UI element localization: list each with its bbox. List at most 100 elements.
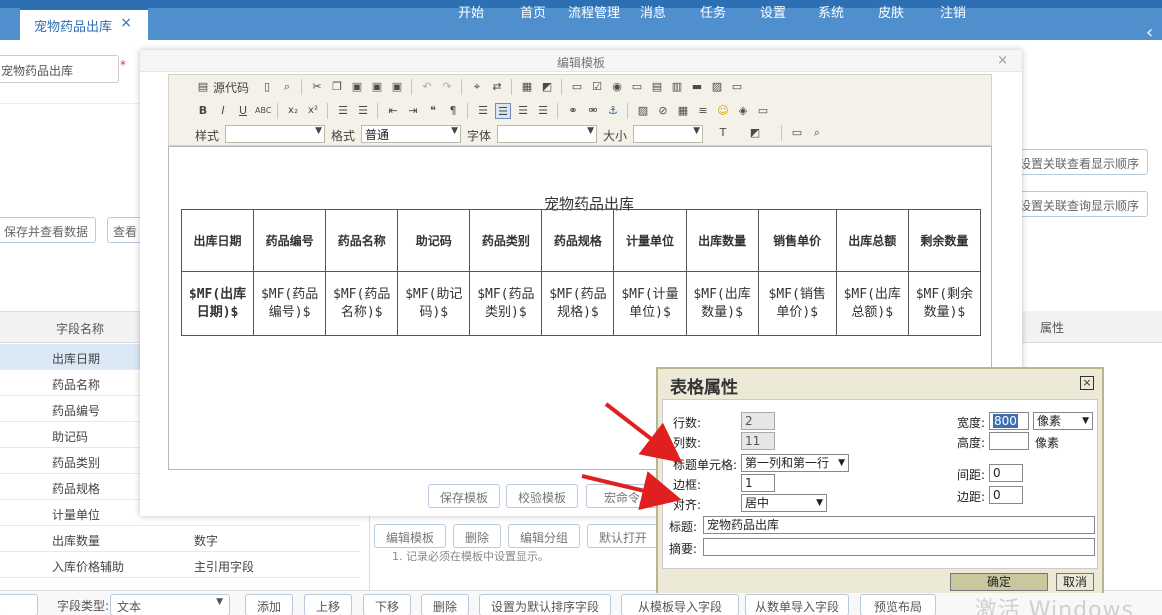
bg-color-icon[interactable]: ◩ (747, 125, 763, 141)
image-button-icon[interactable]: ▨ (709, 79, 725, 95)
superscript-icon[interactable]: x² (305, 103, 321, 119)
border-input[interactable]: 1 (741, 474, 775, 492)
menu-home[interactable]: 首页 (520, 2, 546, 21)
table-cell[interactable]: $MF(出库总额)$ (835, 271, 909, 336)
remove-format-icon[interactable]: ◩ (539, 79, 555, 95)
menu-settings[interactable]: 设置 (760, 2, 786, 21)
move-up-button[interactable]: 上移 (304, 594, 352, 615)
cancel-button[interactable]: 取消 (1056, 573, 1094, 591)
table-cell[interactable]: $MF(剩余数量)$ (907, 271, 982, 336)
align-right-icon[interactable]: ☰ (515, 103, 531, 119)
table-cell[interactable]: $MF(药品类别)$ (469, 271, 543, 336)
table-header-cell[interactable]: 助记码 (397, 209, 471, 272)
hidden-field-icon[interactable]: ▭ (729, 79, 745, 95)
padding-input[interactable]: 0 (989, 486, 1023, 504)
menu-messages[interactable]: 消息 (640, 2, 666, 21)
validate-template-button[interactable]: 校验模板 (506, 484, 578, 508)
template-table[interactable]: 出库日期 药品编号 药品名称 助记码 药品类别 药品规格 计量单位 出库数量 销… (180, 209, 982, 336)
table-header-cell[interactable]: 药品名称 (325, 209, 399, 272)
flash-icon[interactable]: ⊘ (655, 103, 671, 119)
div-container-icon[interactable]: ¶ (445, 103, 461, 119)
select-all-icon[interactable]: ▦ (519, 79, 535, 95)
table-header-cell[interactable]: 销售单价 (757, 209, 837, 272)
form-icon[interactable]: ▭ (569, 79, 585, 95)
table-header-cell[interactable]: 出库日期 (180, 209, 255, 272)
field-type-select[interactable]: 文本 ▼ (110, 594, 230, 615)
undo-icon[interactable]: ↶ (419, 79, 435, 95)
preview-icon[interactable]: ⌕ (279, 79, 295, 95)
style-select[interactable]: ▼ (225, 125, 325, 143)
set-default-sort-button[interactable]: 设置为默认排序字段 (479, 594, 611, 615)
bullet-list-icon[interactable]: ☰ (355, 103, 371, 119)
page-break-icon[interactable]: ▭ (755, 103, 771, 119)
table-header-cell[interactable]: 剩余数量 (907, 209, 982, 272)
table-header-cell[interactable]: 药品编号 (253, 209, 327, 272)
replace-icon[interactable]: ⇄ (489, 79, 505, 95)
format-select[interactable]: 普通 ▼ (361, 125, 461, 143)
close-icon[interactable]: × (1080, 376, 1094, 390)
menu-start[interactable]: 开始 (458, 2, 484, 21)
macro-command-button[interactable]: 宏命令 (586, 484, 658, 508)
new-page-icon[interactable]: ▯ (259, 79, 275, 95)
font-select[interactable]: ▼ (497, 125, 597, 143)
align-justify-icon[interactable]: ☰ (535, 103, 551, 119)
spacing-input[interactable]: 0 (989, 464, 1023, 482)
cut-icon[interactable]: ✂ (309, 79, 325, 95)
table-icon[interactable]: ▦ (675, 103, 691, 119)
assoc-query-order-button[interactable]: 设置关联查询显示顺序 (1010, 191, 1148, 217)
align-left-icon[interactable]: ☰ (475, 103, 491, 119)
caption-input[interactable]: 宠物药品出库 (703, 516, 1095, 534)
header-cell-select[interactable]: 第一列和第一行 ▼ (741, 454, 849, 472)
table-cell[interactable]: $MF(药品规格)$ (541, 271, 615, 336)
blockquote-icon[interactable]: ❝ (425, 103, 441, 119)
ok-button[interactable]: 确定 (950, 573, 1048, 591)
edit-template-button[interactable]: 编辑模板 (374, 524, 446, 548)
horizontal-rule-icon[interactable]: ≡ (695, 103, 711, 119)
default-open-button[interactable]: 默认打开 (587, 524, 659, 548)
table-header-cell[interactable]: 出库总额 (835, 209, 909, 272)
view-button[interactable]: 查看 (107, 217, 143, 243)
import-from-form-button[interactable]: 从数单导入字段 (745, 594, 849, 615)
save-template-button[interactable]: 保存模板 (428, 484, 500, 508)
numbered-list-icon[interactable]: ☰ (335, 103, 351, 119)
menu-logout[interactable]: 注销 (940, 2, 966, 21)
textarea-icon[interactable]: ▤ (649, 79, 665, 95)
edit-group-button[interactable]: 编辑分组 (508, 524, 580, 548)
edit-window-close-icon[interactable]: × (997, 53, 1008, 68)
table-cell[interactable]: $MF(出库数量)$ (685, 271, 759, 336)
anchor-icon[interactable]: ⚓ (605, 103, 621, 119)
collapse-icon[interactable]: ‹ (1146, 22, 1162, 43)
align-select[interactable]: 居中 ▼ (741, 494, 827, 512)
checkbox-icon[interactable]: ☑ (589, 79, 605, 95)
table-row[interactable]: 入库价格辅助 主引用字段 (0, 552, 360, 578)
source-code-label[interactable]: 源代码 (213, 79, 249, 96)
show-blocks-icon[interactable]: ⌕ (809, 125, 825, 141)
summary-input[interactable] (703, 538, 1095, 556)
text-color-icon[interactable]: T (715, 125, 731, 141)
menu-workflow[interactable]: 流程管理 (568, 2, 620, 21)
smiley-icon[interactable]: ☺ (715, 103, 731, 119)
table-header-cell[interactable]: 计量单位 (613, 209, 687, 272)
delete-button[interactable]: 删除 (421, 594, 469, 615)
table-cell[interactable]: $MF(助记码)$ (397, 271, 471, 336)
subscript-icon[interactable]: x₂ (285, 103, 301, 119)
import-from-template-button[interactable]: 从模板导入字段 (621, 594, 739, 615)
width-unit-select[interactable]: 像素 ▼ (1033, 412, 1093, 430)
redo-icon[interactable]: ↷ (439, 79, 455, 95)
button-field-icon[interactable]: ▬ (689, 79, 705, 95)
table-row[interactable]: 出库数量 数字 (0, 526, 360, 552)
menu-system[interactable]: 系统 (818, 2, 844, 21)
unlink-icon[interactable]: ⚮ (585, 103, 601, 119)
paste-icon[interactable]: ▣ (349, 79, 365, 95)
source-code-icon[interactable]: ▤ (195, 79, 211, 95)
tab-close-icon[interactable]: × (120, 15, 132, 31)
move-down-button[interactable]: 下移 (363, 594, 411, 615)
strikethrough-icon[interactable]: ABC (255, 103, 271, 119)
width-input[interactable]: 800 (989, 412, 1029, 430)
table-header-cell[interactable]: 药品类别 (469, 209, 543, 272)
maximize-icon[interactable]: ▭ (789, 125, 805, 141)
table-cell[interactable]: $MF(计量单位)$ (613, 271, 687, 336)
menu-tasks[interactable]: 任务 (700, 2, 726, 21)
delete-template-button[interactable]: 删除 (453, 524, 501, 548)
indent-icon[interactable]: ⇥ (405, 103, 421, 119)
